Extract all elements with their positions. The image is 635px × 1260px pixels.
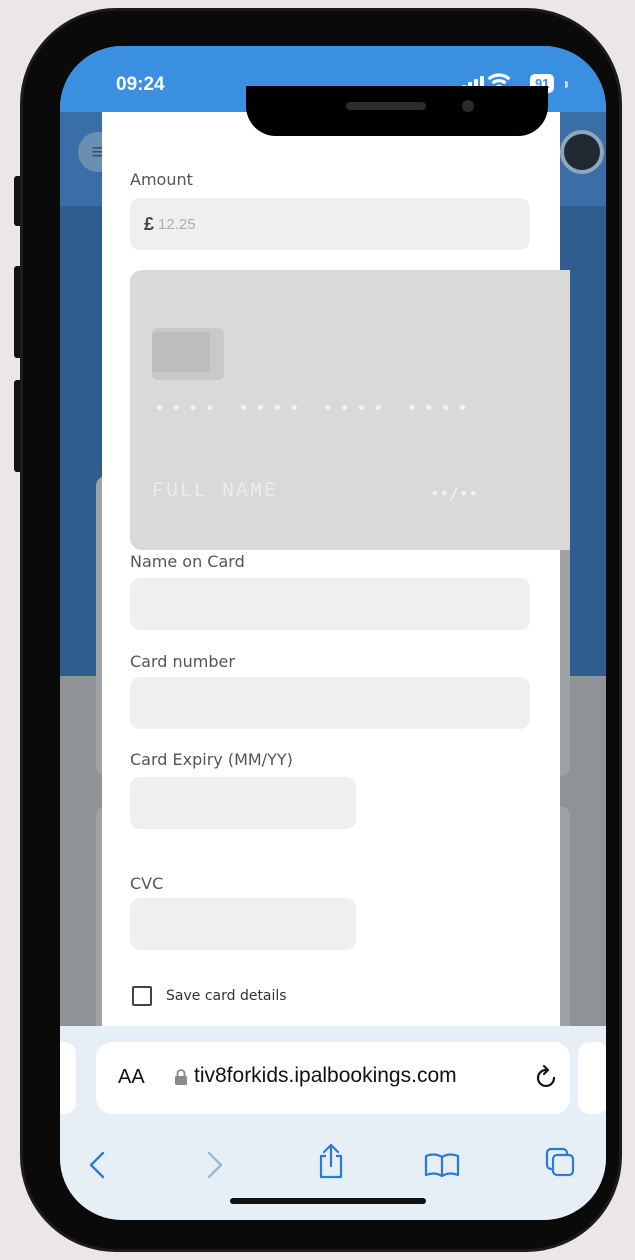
cvc-label: CVC <box>130 874 164 893</box>
card-number-input[interactable] <box>130 677 530 729</box>
notch <box>246 86 548 136</box>
previous-tab-edge[interactable] <box>60 1042 76 1114</box>
speaker <box>346 102 426 110</box>
name-on-card-label: Name on Card <box>130 552 245 571</box>
home-indicator <box>230 1198 426 1204</box>
back-icon[interactable] <box>88 1150 106 1180</box>
amount-field: £ 12.25 <box>130 198 530 250</box>
address-bar[interactable]: AA tiv8forkids.ipalbookings.com <box>96 1042 570 1114</box>
status-time: 09:24 <box>116 74 165 95</box>
card-expiry-label: Card Expiry (MM/YY) <box>130 750 293 769</box>
reader-settings-button[interactable]: AA <box>118 1066 145 1089</box>
cvc-input[interactable] <box>130 898 356 950</box>
forward-icon[interactable] <box>206 1150 224 1180</box>
phone-screen: 09:24 91 ≡ Amount £ 12.25 •••• •••• ••••… <box>60 46 606 1220</box>
amount-value: 12.25 <box>158 215 196 233</box>
save-card-row[interactable]: Save card details <box>132 986 287 1006</box>
next-tab-edge[interactable] <box>578 1042 606 1114</box>
chip-icon <box>152 328 224 380</box>
card-number-label: Card number <box>130 652 235 671</box>
lock-icon <box>175 1069 187 1085</box>
save-card-checkbox[interactable] <box>132 986 152 1006</box>
card-expiry-input[interactable] <box>130 777 356 829</box>
payment-sheet: Amount £ 12.25 •••• •••• •••• •••• FULL … <box>102 112 570 1112</box>
card-expiry-mask: ••/•• <box>430 484 479 503</box>
camera <box>462 100 474 112</box>
tabs-icon[interactable] <box>544 1146 576 1178</box>
battery-tip <box>565 81 568 88</box>
name-on-card-input[interactable] <box>130 578 530 630</box>
url-text: tiv8forkids.ipalbookings.com <box>194 1064 457 1087</box>
card-name-placeholder: FULL NAME <box>152 480 279 503</box>
amount-label: Amount <box>130 170 193 189</box>
currency-symbol: £ <box>144 213 155 234</box>
card-preview: •••• •••• •••• •••• FULL NAME ••/•• <box>130 270 570 550</box>
save-card-label: Save card details <box>166 988 287 1004</box>
share-icon[interactable] <box>316 1142 346 1180</box>
reload-icon[interactable] <box>534 1062 560 1090</box>
card-number-mask: •••• •••• •••• •••• <box>154 398 474 419</box>
bookmarks-icon[interactable] <box>424 1152 460 1178</box>
avatar <box>560 130 604 174</box>
browser-toolbar: AA tiv8forkids.ipalbookings.com <box>60 1026 606 1220</box>
